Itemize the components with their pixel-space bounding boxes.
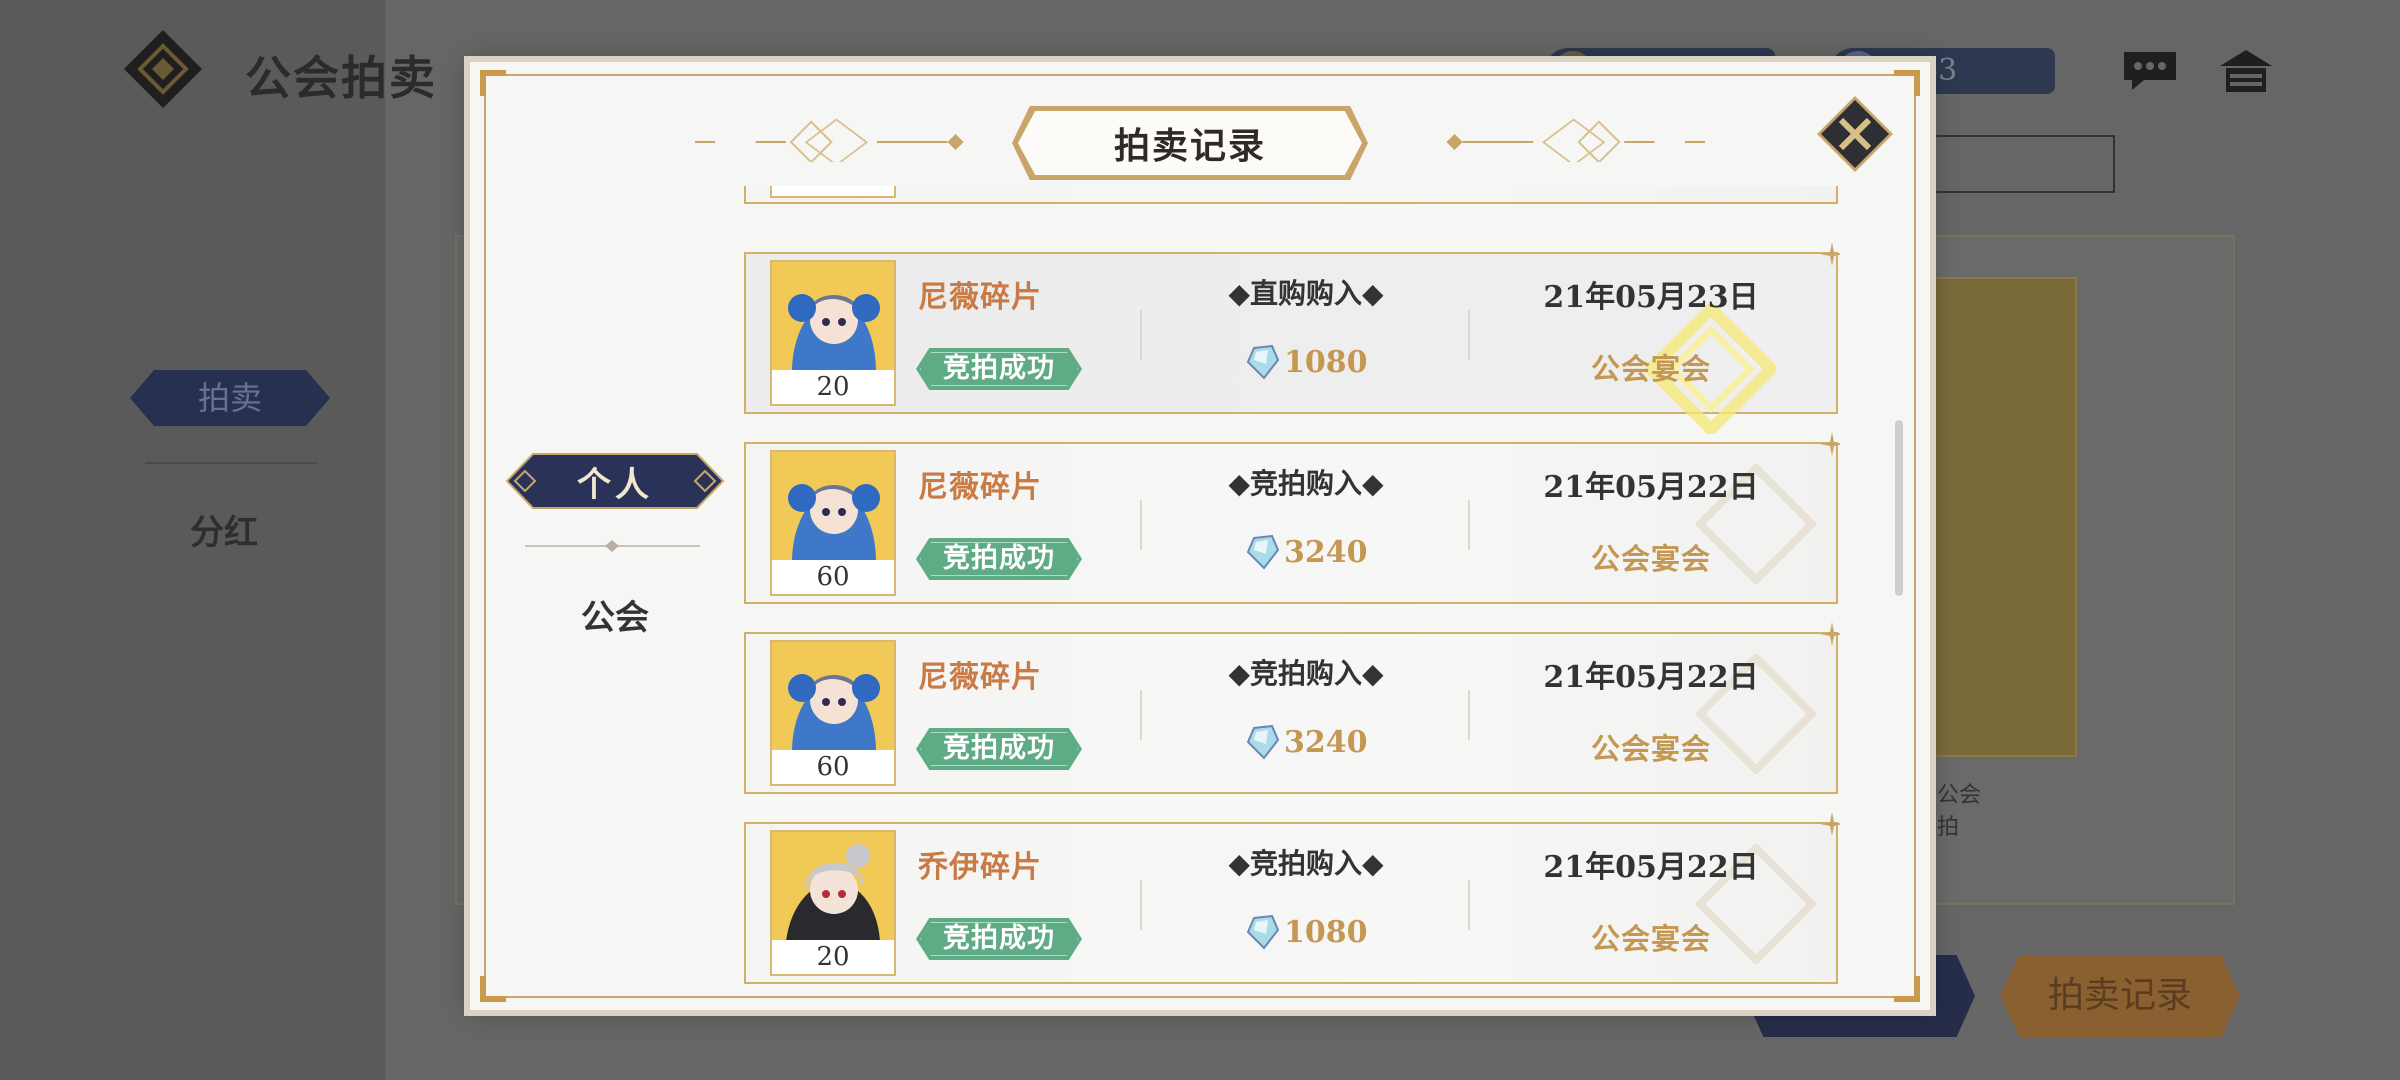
item-quantity: 60 [772,186,894,196]
frame-corner [480,976,506,1002]
item-thumbnail: 20 [770,830,896,976]
guild-logo-icon [124,30,202,108]
status-badge: 竞拍成功 [916,538,1082,580]
price-value: 3240 [1284,724,1368,760]
record-date: 21年05月22日 [1543,850,1759,885]
record-source: 公会宴会 [1590,352,1711,386]
column-separator [1140,880,1142,930]
column-separator [1140,310,1142,360]
diamond-icon [1246,534,1280,570]
list-item[interactable]: 20 乔伊碎片 竞拍成功 ◆竞拍购入◆ 1080 21年05月22日 公会宴会 [744,812,1840,984]
column-separator [1468,310,1470,360]
item-quantity: 60 [772,560,894,594]
item-thumbnail: 60 [770,640,896,786]
purchase-method: ◆竞拍购入◆ [1228,657,1384,690]
record-date: 21年05月23日 [1543,280,1759,315]
sparkle-icon [1820,432,1840,456]
niwei-portrait-icon [772,262,894,372]
status-text: 竞拍成功 [943,353,1055,384]
qiaoyi-portrait-icon [772,832,894,942]
niwei-portrait-icon [772,452,894,562]
sparkle-icon [1820,812,1840,836]
status-text: 竞拍成功 [943,923,1055,954]
item-quantity: 20 [772,370,894,404]
item-name: 尼薇碎片 [918,660,1042,695]
status-text: 竞拍成功 [943,543,1055,574]
item-quantity: 60 [772,750,894,784]
auction-record-button[interactable]: 拍卖记录 [2000,955,2240,1037]
status-text: 竞拍成功 [943,733,1055,764]
record-date: 21年05月22日 [1543,470,1759,505]
price: 3240 [1246,724,1426,760]
tab-guild[interactable]: 公会 [505,590,725,639]
list-item[interactable]: 60 尼薇碎片 竞拍成功 ◆竞拍购入◆ 3240 21年05月22日 公会宴会 [744,432,1840,604]
tab-auction[interactable]: 拍卖 [130,370,330,426]
list-item[interactable]: 60 尼薇碎片 竞拍成功 ◆竞拍购入◆ 3240 21年05月22日 公会宴会 [744,622,1840,794]
item-quantity: 20 [772,940,894,974]
diamond-icon [1246,724,1280,760]
tab-dividend[interactable]: 分红 [190,505,258,554]
niwei-portrait-icon [772,642,894,752]
modal-title: 拍卖记录 [1018,111,1362,175]
price: 3240 [1246,534,1426,570]
purchase-method: ◆竞拍购入◆ [1228,467,1384,500]
price: 1080 [1246,914,1426,950]
tab-personal-label: 个人 [577,464,653,505]
price: 1080 [1246,344,1426,380]
price-value: 3240 [1284,534,1368,570]
frame-corner [1894,70,1920,96]
status-badge: 竞拍成功 [916,348,1082,390]
column-separator [1140,500,1142,550]
sparkle-icon [1820,622,1840,646]
item-thumbnail: 60 [770,186,896,198]
tab-divider [145,462,317,464]
sparkle-icon [1820,242,1840,266]
record-source: 公会宴会 [1590,542,1711,576]
item-name: 乔伊碎片 [918,850,1042,885]
diamond-icon [1246,914,1280,950]
column-separator [1468,690,1470,740]
record-source: 公会宴会 [1590,732,1711,766]
status-badge: 竞拍成功 [916,918,1082,960]
page-title: 公会拍卖 [245,51,437,105]
record-date: 21年05月22日 [1543,660,1759,695]
home-icon[interactable] [2218,48,2274,94]
modal-title-text: 拍卖记录 [1113,125,1266,167]
item-thumbnail: 20 [770,260,896,406]
item-name: 尼薇碎片 [918,470,1042,505]
background-card-caption: 公会拍 [1937,783,1982,840]
column-separator [1468,500,1470,550]
chat-icon[interactable] [2120,48,2180,92]
side-divider [525,540,700,552]
item-name: 尼薇碎片 [918,280,1042,315]
list-item-partial: 60 [744,186,1838,204]
close-icon[interactable] [1815,94,1895,174]
frame-corner [1894,976,1920,1002]
list-scrollbar[interactable] [1895,420,1903,596]
background-item-card [1927,277,2077,757]
price-value: 1080 [1284,914,1368,950]
record-source: 公会宴会 [1590,922,1711,956]
item-thumbnail: 60 [770,450,896,596]
diamond-icon [1246,344,1280,380]
price-value: 1080 [1284,344,1368,380]
record-list[interactable]: 60 20 尼薇碎片 竞拍成功 ◆直购购入◆ 1080 [740,186,1840,988]
column-separator [1468,880,1470,930]
frame-corner [480,70,506,96]
speech-bubble [1900,135,2115,193]
column-separator [1140,690,1142,740]
purchase-method: ◆竞拍购入◆ [1228,847,1384,880]
purchase-method: ◆直购购入◆ [1228,277,1384,310]
status-badge: 竞拍成功 [916,728,1082,770]
list-item[interactable]: 20 尼薇碎片 竞拍成功 ◆直购购入◆ 1080 21年05月23日 公会宴会 [744,242,1840,434]
